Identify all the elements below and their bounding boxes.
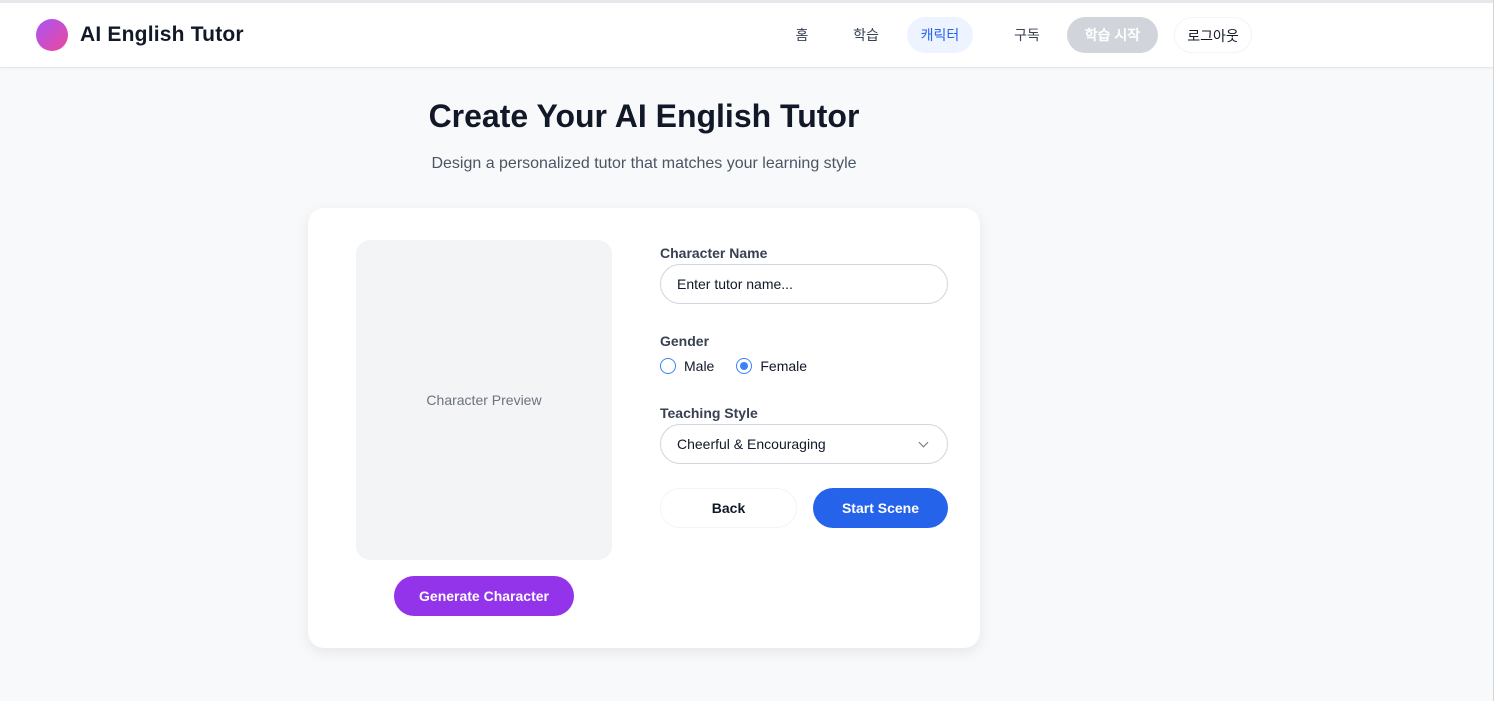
- nav-subscribe[interactable]: 구독: [1006, 17, 1048, 53]
- gender-option-male[interactable]: Male: [660, 358, 714, 374]
- gender-radio-group: Male Female: [660, 358, 829, 374]
- character-name-label: Character Name: [660, 245, 768, 261]
- character-name-input[interactable]: [660, 264, 948, 304]
- brand-name: AI English Tutor: [80, 23, 244, 46]
- page-subtitle: Design a personalized tutor that matches…: [431, 155, 857, 172]
- generate-character-button[interactable]: Generate Character: [394, 576, 574, 616]
- brand[interactable]: AI English Tutor: [36, 19, 244, 51]
- logout-button[interactable]: 로그아웃: [1174, 17, 1252, 53]
- gender-label: Gender: [660, 333, 710, 349]
- character-preview: Character Preview: [356, 240, 612, 560]
- female-radio[interactable]: [736, 358, 753, 374]
- start-learning-button[interactable]: 학습 시작: [1067, 17, 1158, 53]
- logo-icon: [36, 19, 68, 51]
- male-radio[interactable]: [660, 358, 676, 374]
- chevron-down-icon: [918, 437, 929, 447]
- teaching-style-label: Teaching Style: [660, 405, 758, 421]
- nav-learn[interactable]: 학습: [844, 17, 888, 53]
- nav-character[interactable]: 캐릭터: [907, 17, 973, 53]
- gender-option-female[interactable]: Female: [736, 358, 807, 374]
- nav-home[interactable]: 홈: [782, 17, 822, 53]
- character-creator-card: Character Preview Generate Character Cha…: [308, 208, 980, 648]
- top-navbar: AI English Tutor 홈 학습 캐릭터 구독 학습 시작 로그아웃: [0, 3, 1494, 68]
- page-title: Create Your AI English Tutor: [428, 98, 860, 134]
- back-button[interactable]: Back: [660, 488, 797, 528]
- teaching-style-value: Cheerful & Encouraging: [677, 436, 826, 452]
- male-radio-label[interactable]: Male: [684, 358, 714, 374]
- character-preview-text: Character Preview: [426, 392, 542, 408]
- start-scene-button[interactable]: Start Scene: [813, 488, 948, 528]
- teaching-style-select[interactable]: Cheerful & Encouraging: [660, 424, 948, 464]
- female-radio-label[interactable]: Female: [760, 358, 807, 374]
